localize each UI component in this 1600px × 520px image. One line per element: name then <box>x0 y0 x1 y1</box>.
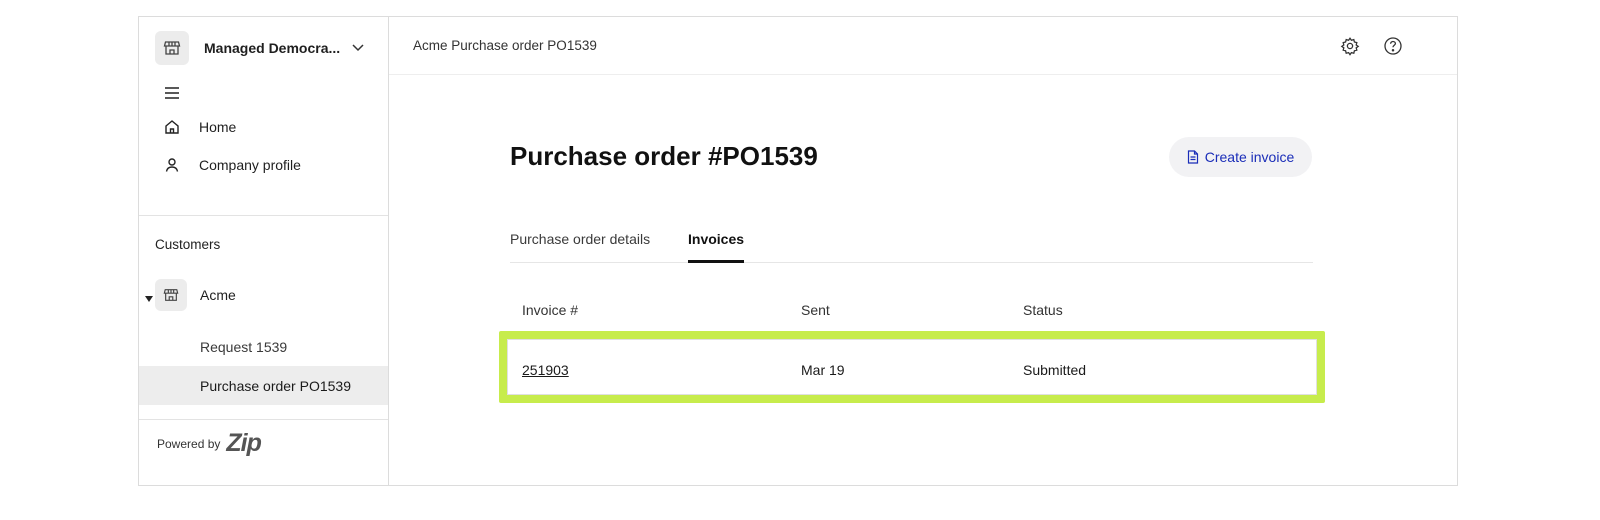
menu-icon[interactable] <box>163 85 181 101</box>
table-row[interactable] <box>507 339 1317 395</box>
sidebar-item-home[interactable]: Home <box>163 118 236 136</box>
sidebar-item-purchase-order[interactable]: Purchase order PO1539 <box>139 366 388 405</box>
column-header-sent: Sent <box>801 302 830 318</box>
column-header-status: Status <box>1023 302 1063 318</box>
tab-label: Invoices <box>688 231 745 247</box>
topbar: Acme Purchase order PO1539 <box>389 17 1457 75</box>
store-icon <box>155 279 187 311</box>
sidebar-item-label: Request 1539 <box>200 338 288 355</box>
home-icon <box>163 118 181 136</box>
sidebar-item-company-profile[interactable]: Company profile <box>163 156 301 174</box>
chevron-down-icon <box>352 44 364 52</box>
create-invoice-button[interactable]: Create invoice <box>1169 137 1312 177</box>
sidebar-item-label: Company profile <box>199 157 301 173</box>
breadcrumb: Acme Purchase order PO1539 <box>413 38 597 53</box>
divider <box>139 419 388 420</box>
sent-date: Mar 19 <box>801 362 845 378</box>
customers-section-label: Customers <box>155 237 221 252</box>
tab-bar: Purchase order details Invoices <box>510 231 1313 263</box>
tab-invoices[interactable]: Invoices <box>688 231 745 263</box>
app-window: Managed Democra... Home Company profile <box>138 16 1458 486</box>
invoice-number-link[interactable]: 251903 <box>522 362 569 378</box>
gear-icon[interactable] <box>1340 36 1360 56</box>
create-invoice-label: Create invoice <box>1204 149 1295 165</box>
status-text: Submitted <box>1023 362 1087 378</box>
sidebar: Managed Democra... Home Company profile <box>139 17 389 485</box>
org-switcher[interactable]: Managed Democra... <box>155 31 375 65</box>
divider <box>139 215 388 216</box>
sidebar-item-label: Home <box>199 119 237 135</box>
caret-down-icon[interactable] <box>145 289 153 302</box>
help-icon[interactable] <box>1383 36 1403 56</box>
store-icon <box>155 31 189 65</box>
org-name: Managed Democra... <box>204 40 341 56</box>
powered-by: Powered by Zip <box>157 429 262 458</box>
powered-by-label: Powered by <box>157 436 221 451</box>
sidebar-item-label: Acme <box>200 287 236 303</box>
zip-logo: Zip <box>226 429 261 457</box>
sidebar-item-label: Purchase order PO1539 <box>200 377 351 394</box>
column-header-invoice: Invoice # <box>522 302 579 318</box>
user-icon <box>163 156 181 174</box>
sidebar-item-request-1539[interactable]: Request 1539 <box>139 327 388 366</box>
tab-label: Purchase order details <box>510 231 651 247</box>
sidebar-item-acme[interactable]: Acme <box>155 279 236 311</box>
document-icon <box>1187 150 1199 164</box>
page-title: Purchase order #PO1539 <box>510 141 818 171</box>
tab-purchase-order-details[interactable]: Purchase order details <box>510 231 650 263</box>
